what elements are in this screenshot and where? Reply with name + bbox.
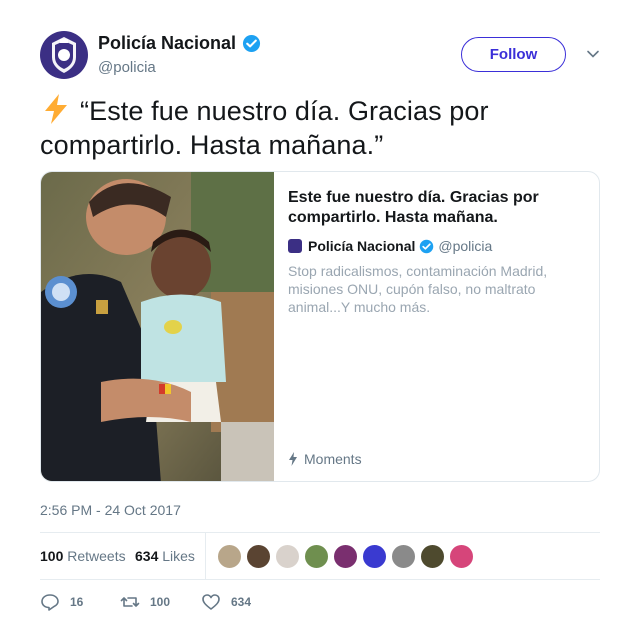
liker-avatar[interactable] [391, 544, 416, 569]
retweets-count: 100 [40, 548, 64, 564]
liker-avatar[interactable] [217, 544, 242, 569]
card-body: Este fue nuestro día. Gracias por compar… [288, 188, 588, 316]
liker-avatar[interactable] [275, 544, 300, 569]
card-author: Policía Nacional @policia [288, 238, 588, 254]
like-count: 634 [231, 595, 252, 609]
tweet-stats: 100 Retweets 634 Likes [40, 532, 600, 580]
tweet-header: Policía Nacional @policia Follow [40, 31, 606, 81]
retweets-label: Retweets [67, 548, 126, 564]
like-button[interactable]: 634 [201, 592, 251, 612]
moments-link[interactable]: Moments [288, 451, 362, 467]
liker-avatar[interactable] [333, 544, 358, 569]
retweet-count: 100 [150, 595, 171, 609]
police-badge-icon [52, 37, 76, 73]
verified-badge-icon [420, 239, 434, 253]
account-handle[interactable]: @policia [98, 59, 156, 76]
retweet-icon [120, 597, 140, 607]
moment-card[interactable]: Este fue nuestro día. Gracias por compar… [40, 171, 600, 482]
tweet-timestamp[interactable]: 2:56 PM - 24 Oct 2017 [40, 502, 181, 518]
profile-avatar[interactable] [40, 31, 88, 79]
liker-avatar[interactable] [362, 544, 387, 569]
likes-stat[interactable]: 634 Likes [135, 548, 195, 564]
lightning-bolt-icon [289, 452, 297, 466]
account-name[interactable]: Policía Nacional [98, 33, 236, 54]
moments-label: Moments [304, 451, 362, 467]
liker-avatar[interactable] [304, 544, 329, 569]
tweet-body: “Este fue nuestro día. Gracias por compa… [40, 96, 489, 160]
card-author-name[interactable]: Policía Nacional [308, 238, 415, 254]
retweets-stat[interactable]: 100 Retweets [40, 548, 126, 564]
chevron-down-icon[interactable] [586, 47, 600, 61]
verified-badge-icon [243, 34, 261, 53]
reply-icon [41, 594, 59, 611]
card-description: Stop radicalismos, contaminación Madrid,… [288, 263, 548, 315]
stats-divider [205, 533, 206, 579]
reply-count: 16 [70, 595, 84, 609]
likes-count: 634 [135, 548, 159, 564]
likes-label: Likes [162, 548, 195, 564]
card-photo[interactable] [41, 172, 274, 481]
retweet-button[interactable]: 100 [120, 592, 170, 612]
heart-icon [202, 594, 220, 610]
tweet-actions: 16 100 634 [40, 590, 600, 614]
likers-avatars [217, 544, 478, 569]
reply-button[interactable]: 16 [40, 592, 83, 612]
liker-avatar[interactable] [420, 544, 445, 569]
follow-button[interactable]: Follow [461, 37, 566, 72]
tweet-text: “Este fue nuestro día. Gracias por compa… [40, 93, 610, 162]
liker-avatar[interactable] [246, 544, 271, 569]
lightning-bolt-icon [45, 94, 67, 124]
liker-avatar[interactable] [449, 544, 474, 569]
photo-police-officer-with-child [41, 172, 274, 481]
card-title[interactable]: Este fue nuestro día. Gracias por compar… [288, 188, 588, 228]
card-author-handle[interactable]: @policia [438, 238, 492, 254]
card-author-avatar [288, 239, 302, 253]
